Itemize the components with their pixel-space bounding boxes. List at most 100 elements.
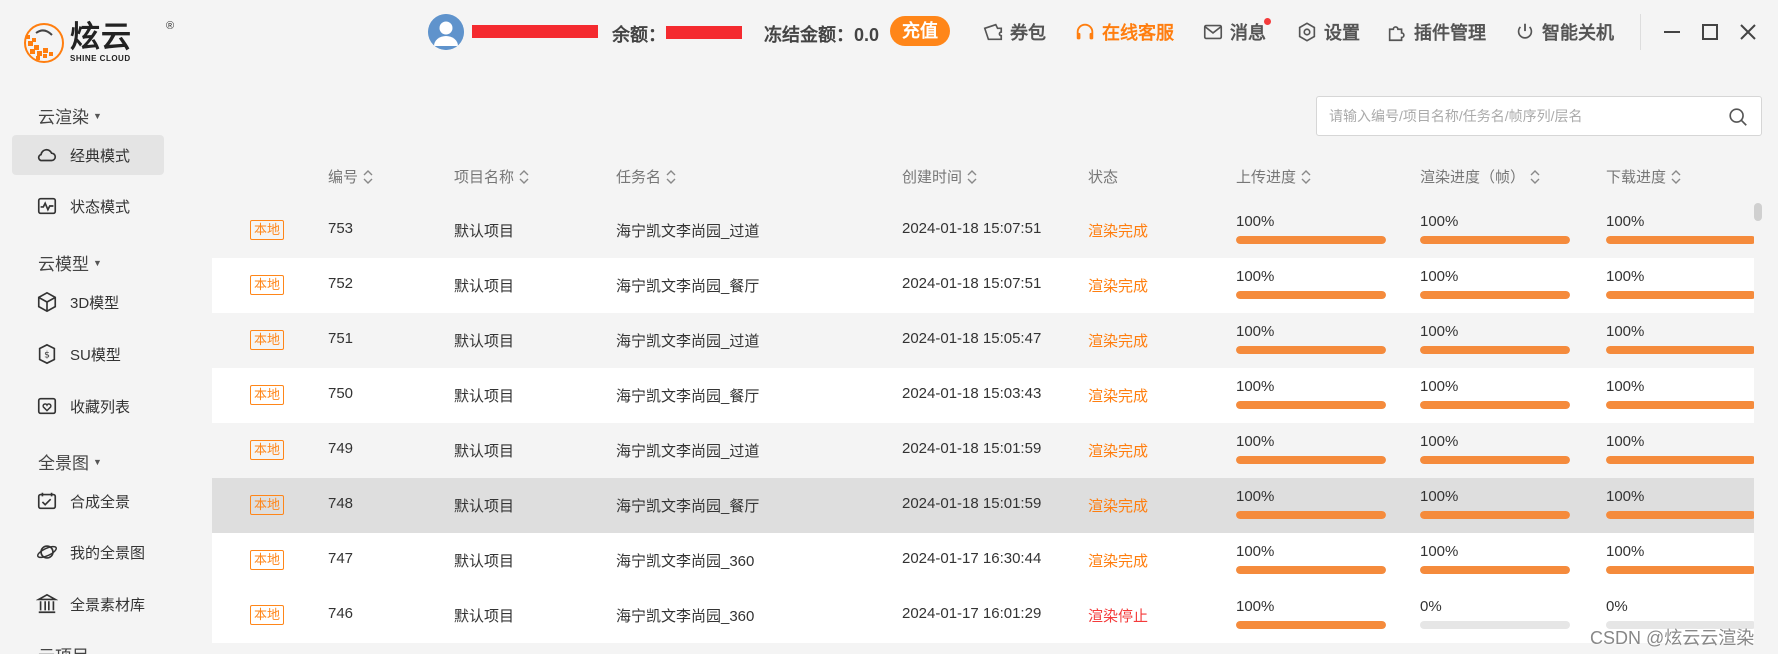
section-cloud-model[interactable]: 云模型 ▼ xyxy=(38,250,102,275)
task-status: 渲染完成 xyxy=(1088,443,1149,460)
window-controls-divider xyxy=(1640,14,1641,50)
upload-percent: 100% xyxy=(1236,213,1275,230)
progress-track xyxy=(1420,511,1570,519)
table-row[interactable]: 本地 750 默认项目 海宁凯文李尚园_餐厅 2024-01-18 15:03:… xyxy=(212,368,1754,423)
online-support-button[interactable]: 在线客服 xyxy=(1074,18,1174,46)
render-progress: 100% xyxy=(1420,378,1570,409)
sidebar-item-status-mode[interactable]: 状态模式 xyxy=(12,186,164,226)
settings-button[interactable]: 设置 xyxy=(1296,18,1360,46)
column-title: 下载进度 xyxy=(1606,169,1667,186)
table-row[interactable]: 本地 753 默认项目 海宁凯文李尚园_过道 2024-01-18 15:07:… xyxy=(212,203,1754,258)
project-name: 默认项目 xyxy=(454,223,515,240)
table-row[interactable]: 本地 752 默认项目 海宁凯文李尚园_餐厅 2024-01-18 15:07:… xyxy=(212,258,1754,313)
avatar[interactable] xyxy=(428,14,464,50)
table-row[interactable]: 本地 746 默认项目 海宁凯文李尚园_360 2024-01-17 16:01… xyxy=(212,588,1754,643)
column-title: 项目名称 xyxy=(454,169,515,186)
progress-fill xyxy=(1606,511,1754,519)
maximize-icon[interactable] xyxy=(1698,20,1722,44)
upload-percent: 100% xyxy=(1236,598,1275,615)
section-label: 云项目 xyxy=(38,642,89,654)
app-logo[interactable]: 炫云 SHINE CLOUD ® xyxy=(22,18,174,68)
progress-track xyxy=(1606,511,1754,519)
search-icon[interactable] xyxy=(1727,106,1749,128)
task-id: 746 xyxy=(328,605,354,622)
progress-track xyxy=(1606,346,1754,354)
upload-percent: 100% xyxy=(1236,268,1275,285)
sidebar-item-su-model[interactable]: $ SU模型 xyxy=(12,334,164,374)
coupon-button[interactable]: 券包 xyxy=(982,18,1046,46)
search-input[interactable] xyxy=(1329,105,1709,127)
gear-icon xyxy=(1298,22,1316,42)
progress-fill xyxy=(1236,621,1386,629)
close-icon[interactable] xyxy=(1736,20,1760,44)
caret-down-icon: ▼ xyxy=(93,110,102,121)
sidebar-item-label: 收藏列表 xyxy=(70,398,131,416)
progress-track xyxy=(1420,621,1570,629)
progress-fill xyxy=(1606,346,1754,354)
redacted-balance xyxy=(666,26,742,39)
render-progress: 100% xyxy=(1420,433,1570,464)
messages-button[interactable]: 消息 xyxy=(1202,18,1266,46)
progress-fill xyxy=(1236,456,1386,464)
table-scrollbar[interactable] xyxy=(1754,203,1762,221)
logo-name: 炫云 xyxy=(70,20,132,55)
power-icon xyxy=(1517,23,1533,39)
table-row[interactable]: 本地 747 默认项目 海宁凯文李尚园_360 2024-01-17 16:30… xyxy=(212,533,1754,588)
progress-fill xyxy=(1236,511,1386,519)
task-id: 748 xyxy=(328,495,354,512)
table-row[interactable]: 本地 749 默认项目 海宁凯文李尚园_过道 2024-01-18 15:01:… xyxy=(212,423,1754,478)
progress-track xyxy=(1420,346,1570,354)
created-time: 2024-01-18 15:05:47 xyxy=(902,330,1042,347)
caret-down-icon: ▼ xyxy=(93,257,102,268)
table-row[interactable]: 本地 751 默认项目 海宁凯文李尚园_过道 2024-01-18 15:05:… xyxy=(212,313,1754,368)
download-percent: 100% xyxy=(1606,543,1645,560)
task-status: 渲染完成 xyxy=(1088,498,1149,515)
render-percent: 100% xyxy=(1420,323,1459,340)
minimize-icon[interactable] xyxy=(1660,20,1684,44)
sidebar-item-compose-panorama[interactable]: 合成全景 xyxy=(12,481,164,521)
column-title: 渲染进度（帧） xyxy=(1420,169,1526,186)
section-cloud-render[interactable]: 云渲染 ▼ xyxy=(38,103,102,128)
task-name: 海宁凯文李尚园_过道 xyxy=(616,443,760,460)
sidebar-item-favorites[interactable]: 收藏列表 xyxy=(12,386,164,426)
column-header-created[interactable]: 创建时间 xyxy=(902,166,978,187)
sort-icon xyxy=(1301,169,1311,184)
sidebar-item-classic-mode[interactable]: 经典模式 xyxy=(12,135,164,175)
plugin-manager-button[interactable]: 插件管理 xyxy=(1386,18,1486,46)
column-header-download[interactable]: 下载进度 xyxy=(1606,166,1682,187)
render-percent: 100% xyxy=(1420,268,1459,285)
task-name: 海宁凯文李尚园_餐厅 xyxy=(616,388,760,405)
balance-label: 余额： xyxy=(612,25,666,45)
top-bar: 余额： 冻结金额：0.0 充值 券包 在线客服 消息 设置 插件管理 智能关机 xyxy=(188,0,1778,66)
download-percent: 0% xyxy=(1606,598,1628,615)
column-title: 创建时间 xyxy=(902,169,963,186)
column-header-upload[interactable]: 上传进度 xyxy=(1236,166,1312,187)
local-badge: 本地 xyxy=(250,220,285,240)
recharge-button[interactable]: 充值 xyxy=(890,16,950,46)
sidebar-item-panorama-library[interactable]: 全景素材库 xyxy=(12,584,164,624)
column-header-id[interactable]: 编号 xyxy=(328,166,374,187)
progress-fill xyxy=(1236,291,1386,299)
smart-shutdown-button[interactable]: 智能关机 xyxy=(1514,18,1614,46)
sidebar-item-3d-model[interactable]: 3D模型 xyxy=(12,282,164,322)
progress-track xyxy=(1236,401,1386,409)
download-percent: 100% xyxy=(1606,323,1645,340)
task-name: 海宁凯文李尚园_过道 xyxy=(616,333,760,350)
sidebar-item-label: 状态模式 xyxy=(70,198,131,216)
sidebar-item-my-panorama[interactable]: 我的全景图 xyxy=(12,532,164,572)
sidebar-item-label: 全景素材库 xyxy=(70,596,146,614)
task-id: 749 xyxy=(328,440,354,457)
section-panorama[interactable]: 全景图 ▼ xyxy=(38,449,102,474)
created-time: 2024-01-18 15:01:59 xyxy=(902,440,1042,457)
column-header-task[interactable]: 任务名 xyxy=(616,166,677,187)
section-cloud-project[interactable]: 云项目 xyxy=(38,642,89,654)
section-label: 云渲染 xyxy=(38,108,89,127)
column-header-render[interactable]: 渲染进度（帧） xyxy=(1420,166,1541,187)
table-row[interactable]: 本地 748 默认项目 海宁凯文李尚园_餐厅 2024-01-18 15:01:… xyxy=(212,478,1754,533)
plugin-manager-label: 插件管理 xyxy=(1414,23,1486,43)
render-percent: 100% xyxy=(1420,378,1459,395)
column-header-project[interactable]: 项目名称 xyxy=(454,166,530,187)
planet-icon xyxy=(36,545,58,559)
task-id: 747 xyxy=(328,550,354,567)
progress-track xyxy=(1420,401,1570,409)
